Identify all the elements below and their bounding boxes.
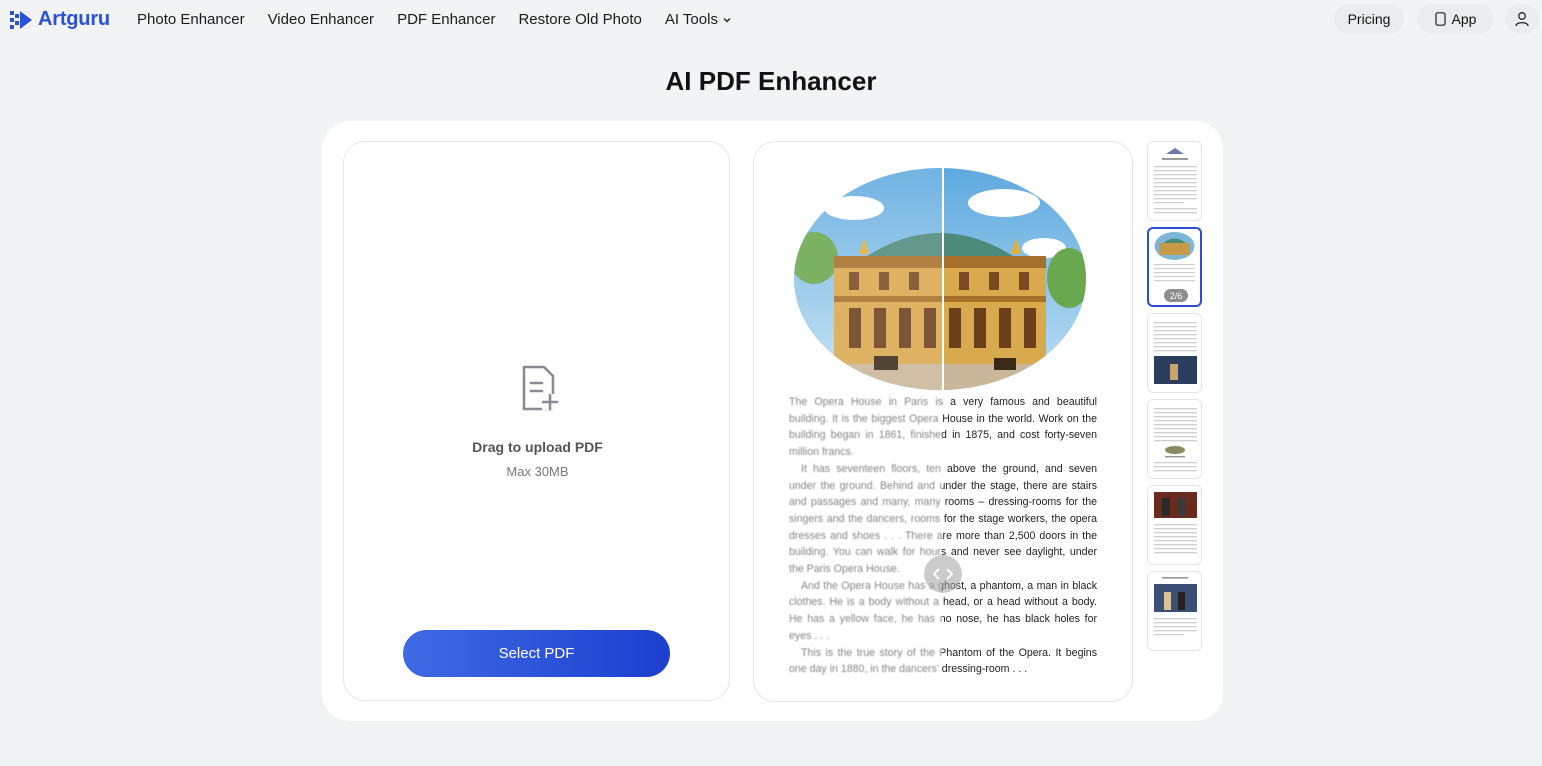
page-thumbnail-active[interactable]: 2/6 [1147, 227, 1202, 307]
enhancer-card: Drag to upload PDF Max 30MB Select PDF T… [322, 121, 1223, 721]
compare-divider[interactable] [942, 168, 944, 390]
opera-house-illustration [794, 168, 1086, 390]
page-thumbnail[interactable] [1147, 313, 1202, 393]
chevron-down-icon [723, 17, 731, 22]
nav-pdf-enhancer[interactable]: PDF Enhancer [397, 11, 495, 28]
page-thumbnail[interactable] [1147, 485, 1202, 565]
paragraph: The Opera House in Paris is a very famou… [789, 396, 1097, 459]
nav-restore-old-photo[interactable]: Restore Old Photo [518, 11, 641, 28]
page-thumbnail[interactable] [1147, 571, 1202, 651]
nav-links: Photo Enhancer Video Enhancer PDF Enhanc… [137, 11, 755, 28]
compare-arrows-icon [933, 568, 953, 580]
user-icon [1515, 12, 1529, 27]
brand-name: Artguru [38, 8, 110, 30]
nav-video-enhancer[interactable]: Video Enhancer [268, 11, 374, 28]
nav-ai-tools-label: AI Tools [664, 11, 718, 28]
paragraph: This is the true story of the Phantom of… [789, 646, 1097, 676]
select-pdf-button[interactable]: Select PDF [403, 630, 670, 677]
top-navigation: Artguru Photo Enhancer Video Enhancer PD… [0, 0, 1542, 40]
upload-dropzone[interactable]: Drag to upload PDF Max 30MB Select PDF [343, 141, 730, 701]
pdf-preview-panel: The Opera House in Paris is a very famou… [753, 141, 1133, 702]
thumbnail-preview [1154, 408, 1197, 472]
app-button-label: App [1451, 11, 1477, 27]
app-button[interactable]: App [1417, 4, 1494, 34]
pricing-button[interactable]: Pricing [1334, 4, 1404, 34]
pdf-page-text: The Opera House in Paris is a very famou… [789, 394, 1097, 678]
page-thumbnails: 2/6 [1147, 141, 1202, 657]
document-add-icon [515, 364, 561, 412]
user-account-button[interactable] [1505, 4, 1539, 34]
phone-icon [1434, 12, 1446, 26]
thumbnail-preview [1154, 148, 1197, 214]
nav-ai-tools[interactable]: AI Tools [665, 11, 732, 28]
compare-handle[interactable] [924, 555, 962, 593]
brand-logo[interactable]: Artguru [10, 8, 110, 31]
page-thumbnail[interactable] [1147, 141, 1202, 221]
page-thumbnail[interactable] [1147, 399, 1202, 479]
thumbnail-preview [1154, 322, 1197, 384]
thumbnail-preview [1154, 492, 1197, 554]
nav-photo-enhancer[interactable]: Photo Enhancer [137, 11, 245, 28]
artguru-logo-icon [10, 9, 32, 31]
page-indicator-badge: 2/6 [1164, 289, 1188, 302]
page-title: AI PDF Enhancer [665, 66, 877, 96]
upload-title: Drag to upload PDF [472, 439, 603, 455]
upload-size-limit: Max 30MB [506, 464, 569, 479]
thumbnail-preview [1154, 577, 1197, 636]
